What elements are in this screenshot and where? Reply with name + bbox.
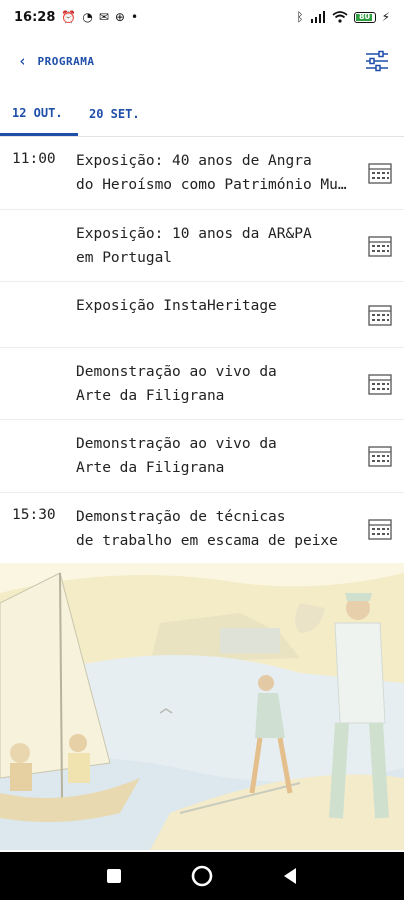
event-title-line2: Arte da Filigrana — [76, 460, 225, 476]
square-icon — [107, 869, 121, 883]
event-row[interactable]: Exposição InstaHeritage — [0, 282, 404, 348]
event-title-line1: Exposição InstaHeritage — [76, 298, 277, 314]
system-nav-bar — [0, 852, 404, 900]
calendar-add-icon[interactable] — [368, 445, 392, 467]
calendar-add-icon[interactable] — [368, 162, 392, 184]
bluetooth-icon: ᛒ — [296, 10, 304, 24]
event-title-line1: Demonstração ao vivo da — [76, 364, 277, 380]
calendar-add-icon[interactable] — [368, 518, 392, 540]
status-bar: 16:28 ⏰ ◔ ✉ ⊕ • ᛒ 80 ⚡ — [0, 0, 404, 34]
event-title: Exposição: 10 anos da AR&PA em Portugal — [76, 222, 354, 270]
triangle-back-icon — [284, 868, 296, 884]
event-title: Demonstração de técnicas de trabalho em … — [76, 505, 354, 553]
chevron-left-icon: ‹ — [18, 52, 28, 70]
tab-20-set[interactable]: 20 SET. — [78, 92, 151, 136]
event-list: 11:00 Exposição: 40 anos de Angra do Her… — [0, 137, 404, 563]
event-title-line2: do Heroísmo como Património Mundial — [76, 177, 354, 193]
battery-level: 80 — [358, 11, 371, 21]
event-title-line1: Exposição: 40 anos de Angra — [76, 153, 312, 169]
event-title: Demonstração ao vivo da Arte da Filigran… — [76, 360, 354, 408]
signal-icon — [310, 11, 325, 23]
event-row[interactable]: 11:00 Exposição: 40 anos de Angra do Her… — [0, 137, 404, 210]
event-title-line2: de trabalho em escama de peixe — [76, 533, 338, 549]
back-button[interactable]: ‹ PROGRAMA — [18, 52, 95, 70]
app-bar: ‹ PROGRAMA — [0, 34, 404, 88]
event-time: 11:00 — [12, 151, 56, 167]
event-row[interactable]: Demonstração ao vivo da Arte da Filigran… — [0, 420, 404, 493]
sliders-icon — [366, 50, 388, 72]
event-row[interactable]: Demonstração ao vivo da Arte da Filigran… — [0, 348, 404, 420]
charging-icon: ⚡ — [381, 10, 390, 24]
event-time: 15:30 — [12, 507, 56, 523]
battery-icon: 80 — [353, 11, 376, 23]
vpn-icon: ⊕ — [114, 10, 125, 24]
whatsapp-icon: ◔ — [82, 10, 93, 24]
event-title: Exposição InstaHeritage — [76, 294, 354, 318]
event-title-line1: Demonstração ao vivo da — [76, 436, 277, 452]
wifi-icon — [331, 11, 348, 23]
back-label: PROGRAMA — [37, 54, 95, 68]
circle-icon — [191, 865, 213, 887]
event-title-line1: Exposição: 10 anos da AR&PA — [76, 226, 312, 242]
event-title: Exposição: 40 anos de Angra do Heroísmo … — [76, 149, 354, 197]
calendar-add-icon[interactable] — [368, 235, 392, 257]
event-row[interactable]: 15:30 Demonstração de técnicas de trabal… — [0, 493, 404, 563]
dot-icon: • — [130, 10, 139, 24]
event-title: Demonstração ao vivo da Arte da Filigran… — [76, 432, 354, 480]
event-row[interactable]: Exposição: 10 anos da AR&PA em Portugal — [0, 210, 404, 282]
filter-button[interactable] — [362, 46, 392, 76]
home-button[interactable] — [182, 856, 222, 896]
calendar-add-icon[interactable] — [368, 373, 392, 395]
recents-button[interactable] — [94, 856, 134, 896]
status-right: ᛒ 80 ⚡ — [296, 10, 390, 24]
event-title-line2: em Portugal — [76, 250, 173, 266]
date-tabs: 12 OUT. 20 SET. — [0, 92, 404, 137]
status-time: 16:28 — [14, 9, 56, 25]
alarm-icon: ⏰ — [61, 10, 77, 24]
mail-icon: ✉ — [98, 10, 109, 24]
back-nav-button[interactable] — [270, 856, 310, 896]
event-title-line2: Arte da Filigrana — [76, 388, 225, 404]
status-left: 16:28 ⏰ ◔ ✉ ⊕ • — [14, 10, 138, 25]
tab-12-out[interactable]: 12 OUT. — [0, 92, 78, 136]
calendar-add-icon[interactable] — [368, 304, 392, 326]
event-title-line1: Demonstração de técnicas — [76, 509, 286, 525]
harbor-illustration — [0, 563, 404, 850]
